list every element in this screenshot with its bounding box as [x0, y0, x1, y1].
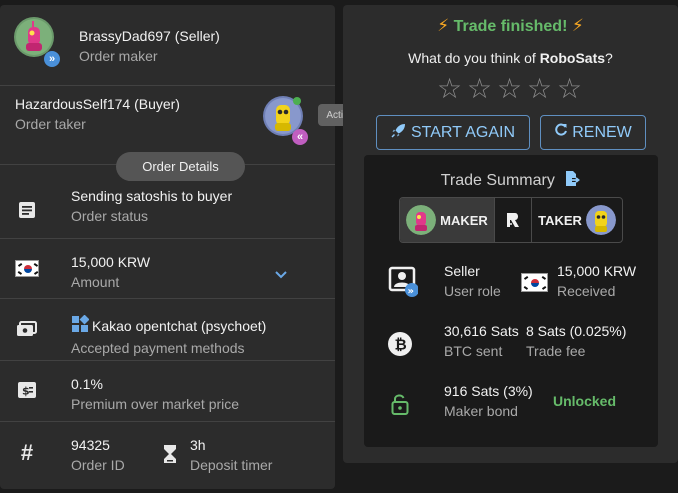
taker-avatar[interactable]: «	[263, 96, 308, 145]
article-icon	[14, 197, 40, 223]
order-status-value: Sending satoshis to buyer	[71, 188, 233, 204]
order-details-chip[interactable]: Order Details	[116, 152, 245, 181]
btc-sent-value: 30,616 Sats	[444, 323, 519, 339]
bolt-icon: ⚡	[437, 16, 450, 35]
maker-tab[interactable]: MAKER	[400, 198, 494, 242]
amount-value: 15,000 KRW	[71, 254, 151, 270]
chevron-down-icon[interactable]	[274, 267, 288, 285]
trade-fee-value: 8 Sats (0.025%)	[526, 323, 627, 339]
amount-row[interactable]: 15,000 KRW Amount	[0, 239, 335, 298]
payment-method-value: Kakao opentchat (psychoet)	[71, 314, 267, 336]
premium-value: 0.1%	[71, 376, 103, 392]
renew-button[interactable]: RENEW	[540, 115, 646, 150]
trade-finished-panel: ⚡ Trade finished! ⚡ What do you think of…	[343, 5, 678, 463]
robot-avatar-icon	[585, 205, 616, 235]
double-chevron-right-icon: »	[44, 51, 60, 67]
taker-tab[interactable]: TAKER	[532, 198, 622, 242]
start-again-button[interactable]: START AGAIN	[376, 115, 530, 150]
star-icon[interactable]: ☆	[437, 75, 462, 103]
bolt-icon: ⚡	[571, 16, 584, 35]
deposit-timer-label: Deposit timer	[190, 457, 273, 473]
trade-finished-title: ⚡ Trade finished! ⚡	[343, 16, 678, 36]
star-icon[interactable]: ☆	[557, 75, 582, 103]
rating-question: What do you think of RoboSats?	[343, 50, 678, 66]
order-details-panel: » BrassyDad697 (Seller) Order maker Haza…	[0, 5, 335, 489]
rocket-icon	[391, 122, 407, 143]
user-role-icon: »	[388, 265, 418, 297]
double-chevron-left-icon: «	[292, 129, 308, 145]
payment-methods-label: Accepted payment methods	[71, 340, 245, 356]
user-role-label: User role	[444, 283, 501, 299]
maker-name: BrassyDad697 (Seller)	[79, 28, 220, 44]
trade-summary-text: Trade Summary	[440, 172, 555, 189]
deposit-timer-value: 3h	[190, 437, 206, 453]
export-icon[interactable]	[563, 170, 581, 193]
maker-row: » BrassyDad697 (Seller) Order maker	[0, 5, 335, 85]
taker-tab-label: TAKER	[538, 212, 582, 228]
order-status-row: Sending satoshis to buyer Order status	[0, 182, 335, 238]
online-status-dot	[293, 97, 301, 105]
payment-methods-row: Kakao opentchat (psychoet) Accepted paym…	[0, 299, 335, 360]
received-value: 15,000 KRW	[557, 263, 637, 279]
order-id-value: 94325	[71, 437, 110, 453]
premium-row: $ 0.1% Premium over market price	[0, 361, 335, 421]
trade-summary-title: Trade Summary	[364, 170, 658, 193]
taker-name: HazardousSelf174 (Buyer)	[15, 96, 180, 112]
rating-question-text: What do you think of	[408, 50, 540, 66]
trade-finished-text: Trade finished!	[453, 18, 568, 35]
premium-label: Premium over market price	[71, 396, 240, 412]
taker-role: Order taker	[15, 116, 86, 132]
hash-icon: #	[20, 440, 34, 465]
maker-avatar[interactable]: »	[14, 17, 60, 67]
price-change-icon: $	[14, 377, 40, 403]
maker-taker-toggle[interactable]: MAKER TAKER	[399, 197, 623, 243]
renew-label: RENEW	[572, 123, 632, 141]
kakao-app-icon	[71, 314, 90, 336]
user-role-value: Seller	[444, 263, 480, 279]
star-icon[interactable]: ☆	[527, 75, 552, 103]
payments-icon	[14, 316, 40, 342]
korea-flag-icon	[521, 273, 548, 292]
trade-summary-card: Trade Summary MAKER TAKER » Seller User …	[364, 155, 658, 447]
trade-fee-label: Trade fee	[526, 343, 586, 359]
star-icon[interactable]: ☆	[497, 75, 522, 103]
btc-sent-label: BTC sent	[444, 343, 503, 359]
start-again-label: START AGAIN	[410, 123, 516, 141]
svg-text:$: $	[22, 385, 30, 398]
brand-name: RoboSats	[539, 50, 606, 66]
order-id-label: Order ID	[71, 457, 125, 473]
maker-role: Order maker	[79, 48, 158, 64]
star-rating[interactable]: ☆ ☆ ☆ ☆ ☆	[437, 75, 582, 103]
robot-avatar-icon	[406, 205, 437, 235]
rating-question-suffix: ?	[605, 50, 613, 66]
refresh-icon	[554, 123, 568, 142]
hourglass-icon	[163, 444, 177, 469]
svg-text:»: »	[408, 286, 414, 297]
svg-text:₿: ₿	[395, 336, 407, 354]
robosats-logo-icon	[494, 198, 532, 242]
order-status-label: Order status	[71, 208, 149, 224]
bitcoin-icon: ₿	[388, 332, 412, 356]
maker-bond-value: 916 Sats (3%)	[444, 383, 533, 399]
maker-bond-label: Maker bond	[444, 403, 518, 419]
received-label: Received	[557, 283, 616, 299]
order-id-timer-row: # 94325 Order ID 3h Deposit timer	[0, 422, 335, 489]
korea-flag-icon	[14, 255, 40, 281]
star-icon[interactable]: ☆	[467, 75, 492, 103]
payment-method-text: Kakao opentchat (psychoet)	[92, 317, 267, 334]
amount-label: Amount	[71, 274, 120, 290]
bond-status: Unlocked	[553, 393, 617, 409]
maker-tab-label: MAKER	[440, 212, 488, 228]
lock-open-icon	[391, 393, 409, 415]
